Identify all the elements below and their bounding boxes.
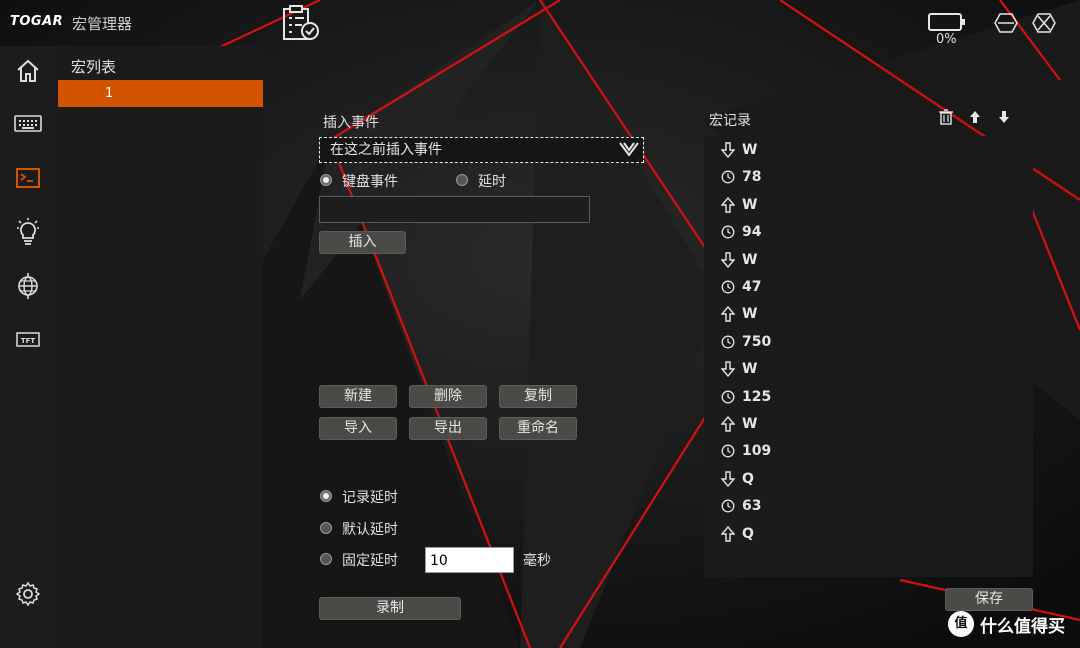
record-event-value: W — [742, 196, 758, 213]
battery-percent: 0% — [936, 32, 957, 47]
close-icon[interactable] — [1032, 12, 1056, 34]
record-event-value: W — [742, 416, 758, 432]
copy-macro-button[interactable]: 复制 — [499, 385, 577, 408]
key-down-arrow-icon — [720, 361, 736, 378]
default-delay-label: 默认延时 — [342, 522, 398, 538]
record-event-row[interactable]: W — [720, 303, 757, 325]
clock-icon — [720, 334, 736, 350]
app-title: 宏管理器 — [72, 15, 133, 33]
default-delay-radio[interactable] — [320, 522, 332, 534]
key-down-arrow-icon — [720, 251, 736, 268]
event-input[interactable] — [319, 196, 590, 223]
record-event-value: W — [742, 142, 758, 158]
macro-icon[interactable] — [13, 163, 43, 193]
record-event-value: 63 — [742, 498, 762, 515]
minimize-icon[interactable] — [994, 12, 1018, 34]
key-down-arrow-icon — [720, 471, 736, 487]
record-event-row[interactable]: W — [720, 139, 757, 161]
record-event-row[interactable]: W — [720, 194, 757, 216]
record-event-row[interactable]: Q — [720, 523, 754, 545]
keyboard-icon[interactable] — [13, 109, 43, 139]
clock-icon — [720, 279, 736, 295]
record-delay-radio[interactable] — [320, 490, 332, 502]
delete-macro-button[interactable]: 删除 — [409, 385, 487, 408]
insert-position-select[interactable]: 在这之前插入事件 — [319, 137, 644, 163]
brand-logo: TOGAR — [10, 14, 64, 29]
clock-icon — [720, 224, 736, 240]
record-event-value: W — [742, 251, 758, 268]
move-up-icon[interactable] — [967, 109, 983, 125]
key-up-arrow-icon — [720, 306, 736, 323]
record-event-value: 47 — [742, 279, 762, 295]
keyboard-event-radio[interactable] — [320, 174, 332, 186]
title-bar: TOGAR 宏管理器 0% — [0, 0, 1080, 47]
svg-text:TFT: TFT — [21, 337, 36, 345]
record-event-value: Q — [742, 525, 754, 542]
fixed-delay-label: 固定延时 — [342, 553, 398, 569]
clock-icon — [720, 169, 736, 185]
clock-icon — [720, 443, 736, 459]
record-event-value: W — [742, 361, 758, 378]
left-nav: TFT — [0, 46, 58, 648]
record-event-row[interactable]: W — [720, 413, 757, 435]
battery-icon — [928, 13, 965, 31]
trash-icon[interactable] — [938, 109, 954, 125]
record-event-row[interactable]: 750 — [720, 331, 771, 353]
macro-list-title: 宏列表 — [71, 58, 117, 76]
delay-radio[interactable] — [456, 174, 468, 186]
record-event-row[interactable]: 63 — [720, 495, 761, 517]
record-event-value: 78 — [742, 169, 762, 186]
record-button[interactable]: 录制 — [319, 597, 461, 620]
new-macro-button[interactable]: 新建 — [319, 385, 397, 408]
watermark-text: 什么值得买 — [980, 616, 1065, 637]
clock-icon — [720, 389, 736, 405]
key-up-arrow-icon — [720, 525, 736, 542]
home-icon[interactable] — [13, 56, 43, 86]
delay-label: 延时 — [478, 174, 506, 190]
import-macro-button[interactable]: 导入 — [319, 417, 397, 440]
fixed-delay-radio[interactable] — [320, 553, 332, 565]
key-up-arrow-icon — [720, 416, 736, 432]
clock-icon — [720, 498, 736, 514]
export-macro-button[interactable]: 导出 — [409, 417, 487, 440]
record-event-row[interactable]: Q — [720, 468, 754, 490]
keyboard-event-label: 键盘事件 — [342, 174, 398, 190]
insert-event-title: 插入事件 — [323, 115, 379, 131]
key-up-arrow-icon — [720, 196, 736, 213]
record-delay-label: 记录延时 — [342, 490, 398, 506]
record-event-row[interactable]: W — [720, 249, 757, 271]
fixed-delay-input[interactable]: 10 — [425, 547, 514, 573]
insert-button[interactable]: 插入 — [319, 231, 406, 254]
record-event-row[interactable]: 47 — [720, 276, 761, 298]
network-icon[interactable] — [13, 271, 43, 301]
delay-unit-label: 毫秒 — [523, 553, 551, 569]
rename-macro-button[interactable]: 重命名 — [499, 417, 577, 440]
record-event-row[interactable]: 94 — [720, 221, 761, 243]
move-down-icon[interactable] — [996, 109, 1012, 125]
record-event-value: 750 — [742, 333, 772, 350]
tft-icon[interactable]: TFT — [13, 325, 43, 355]
record-event-row[interactable]: W — [720, 358, 757, 380]
record-event-value: Q — [742, 470, 754, 487]
macro-record-title: 宏记录 — [709, 113, 751, 129]
record-event-value: 94 — [742, 224, 762, 241]
key-down-arrow-icon — [720, 142, 736, 158]
macro-list-clipboard-icon[interactable] — [280, 4, 320, 42]
macro-list-item[interactable]: 1 — [58, 80, 263, 107]
record-event-row[interactable]: 78 — [720, 166, 761, 188]
record-event-row[interactable]: 109 — [720, 440, 771, 462]
settings-icon[interactable] — [13, 579, 43, 609]
save-button[interactable]: 保存 — [945, 588, 1033, 611]
macro-record-list[interactable]: W 78 W 94 W 47 W 750 W 125 W 109 Q 63 Q — [704, 136, 1033, 577]
watermark: 值 什么值得买 — [948, 611, 1065, 637]
insert-position-value: 在这之前插入事件 — [330, 142, 442, 158]
record-event-value: 109 — [742, 443, 772, 460]
chevron-down-icon — [619, 142, 639, 157]
record-event-value: W — [742, 306, 758, 323]
watermark-logo-icon: 值 — [948, 611, 974, 637]
macro-list-panel: 宏列表 1 — [58, 46, 263, 648]
lighting-icon[interactable] — [13, 217, 43, 247]
record-event-row[interactable]: 125 — [720, 386, 771, 408]
record-event-value: 125 — [742, 388, 772, 405]
